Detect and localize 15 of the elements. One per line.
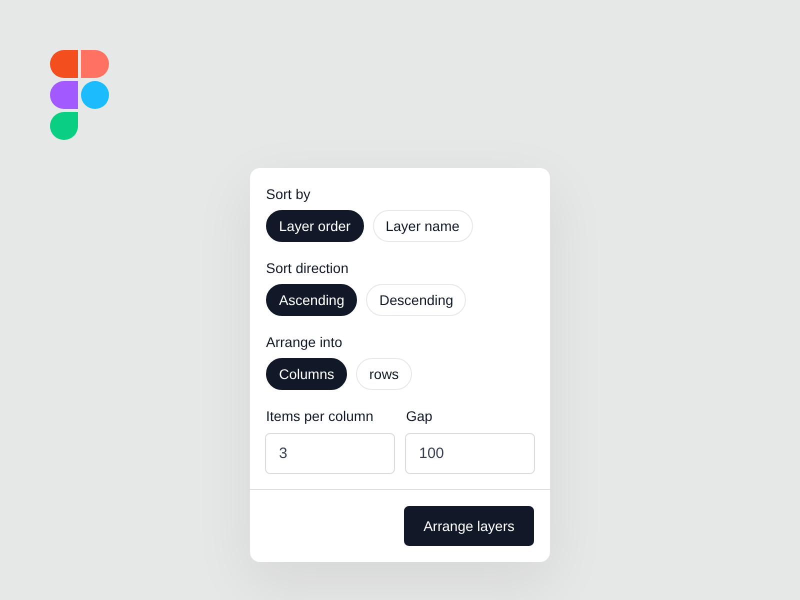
option-pill[interactable]: Descending <box>366 284 466 316</box>
field-label: Gap <box>405 407 432 426</box>
option-pill[interactable]: Layer name <box>372 210 473 242</box>
option-pill[interactable]: Columns <box>266 358 348 390</box>
section-label: Sort direction <box>266 259 348 278</box>
section-label: Sort by <box>266 185 310 204</box>
input-field[interactable]: 3 <box>265 433 395 474</box>
input-field[interactable]: 100 <box>405 433 535 474</box>
option-pill[interactable]: Layer order <box>266 210 364 242</box>
option-pill[interactable]: rows <box>356 358 412 390</box>
option-pill[interactable]: Ascending <box>266 284 358 316</box>
field-label: Items per column <box>265 407 374 426</box>
section-label: Arrange into <box>266 333 342 352</box>
arrange-layers-button[interactable]: Arrange layers <box>404 506 534 546</box>
logo-icon <box>50 50 109 140</box>
